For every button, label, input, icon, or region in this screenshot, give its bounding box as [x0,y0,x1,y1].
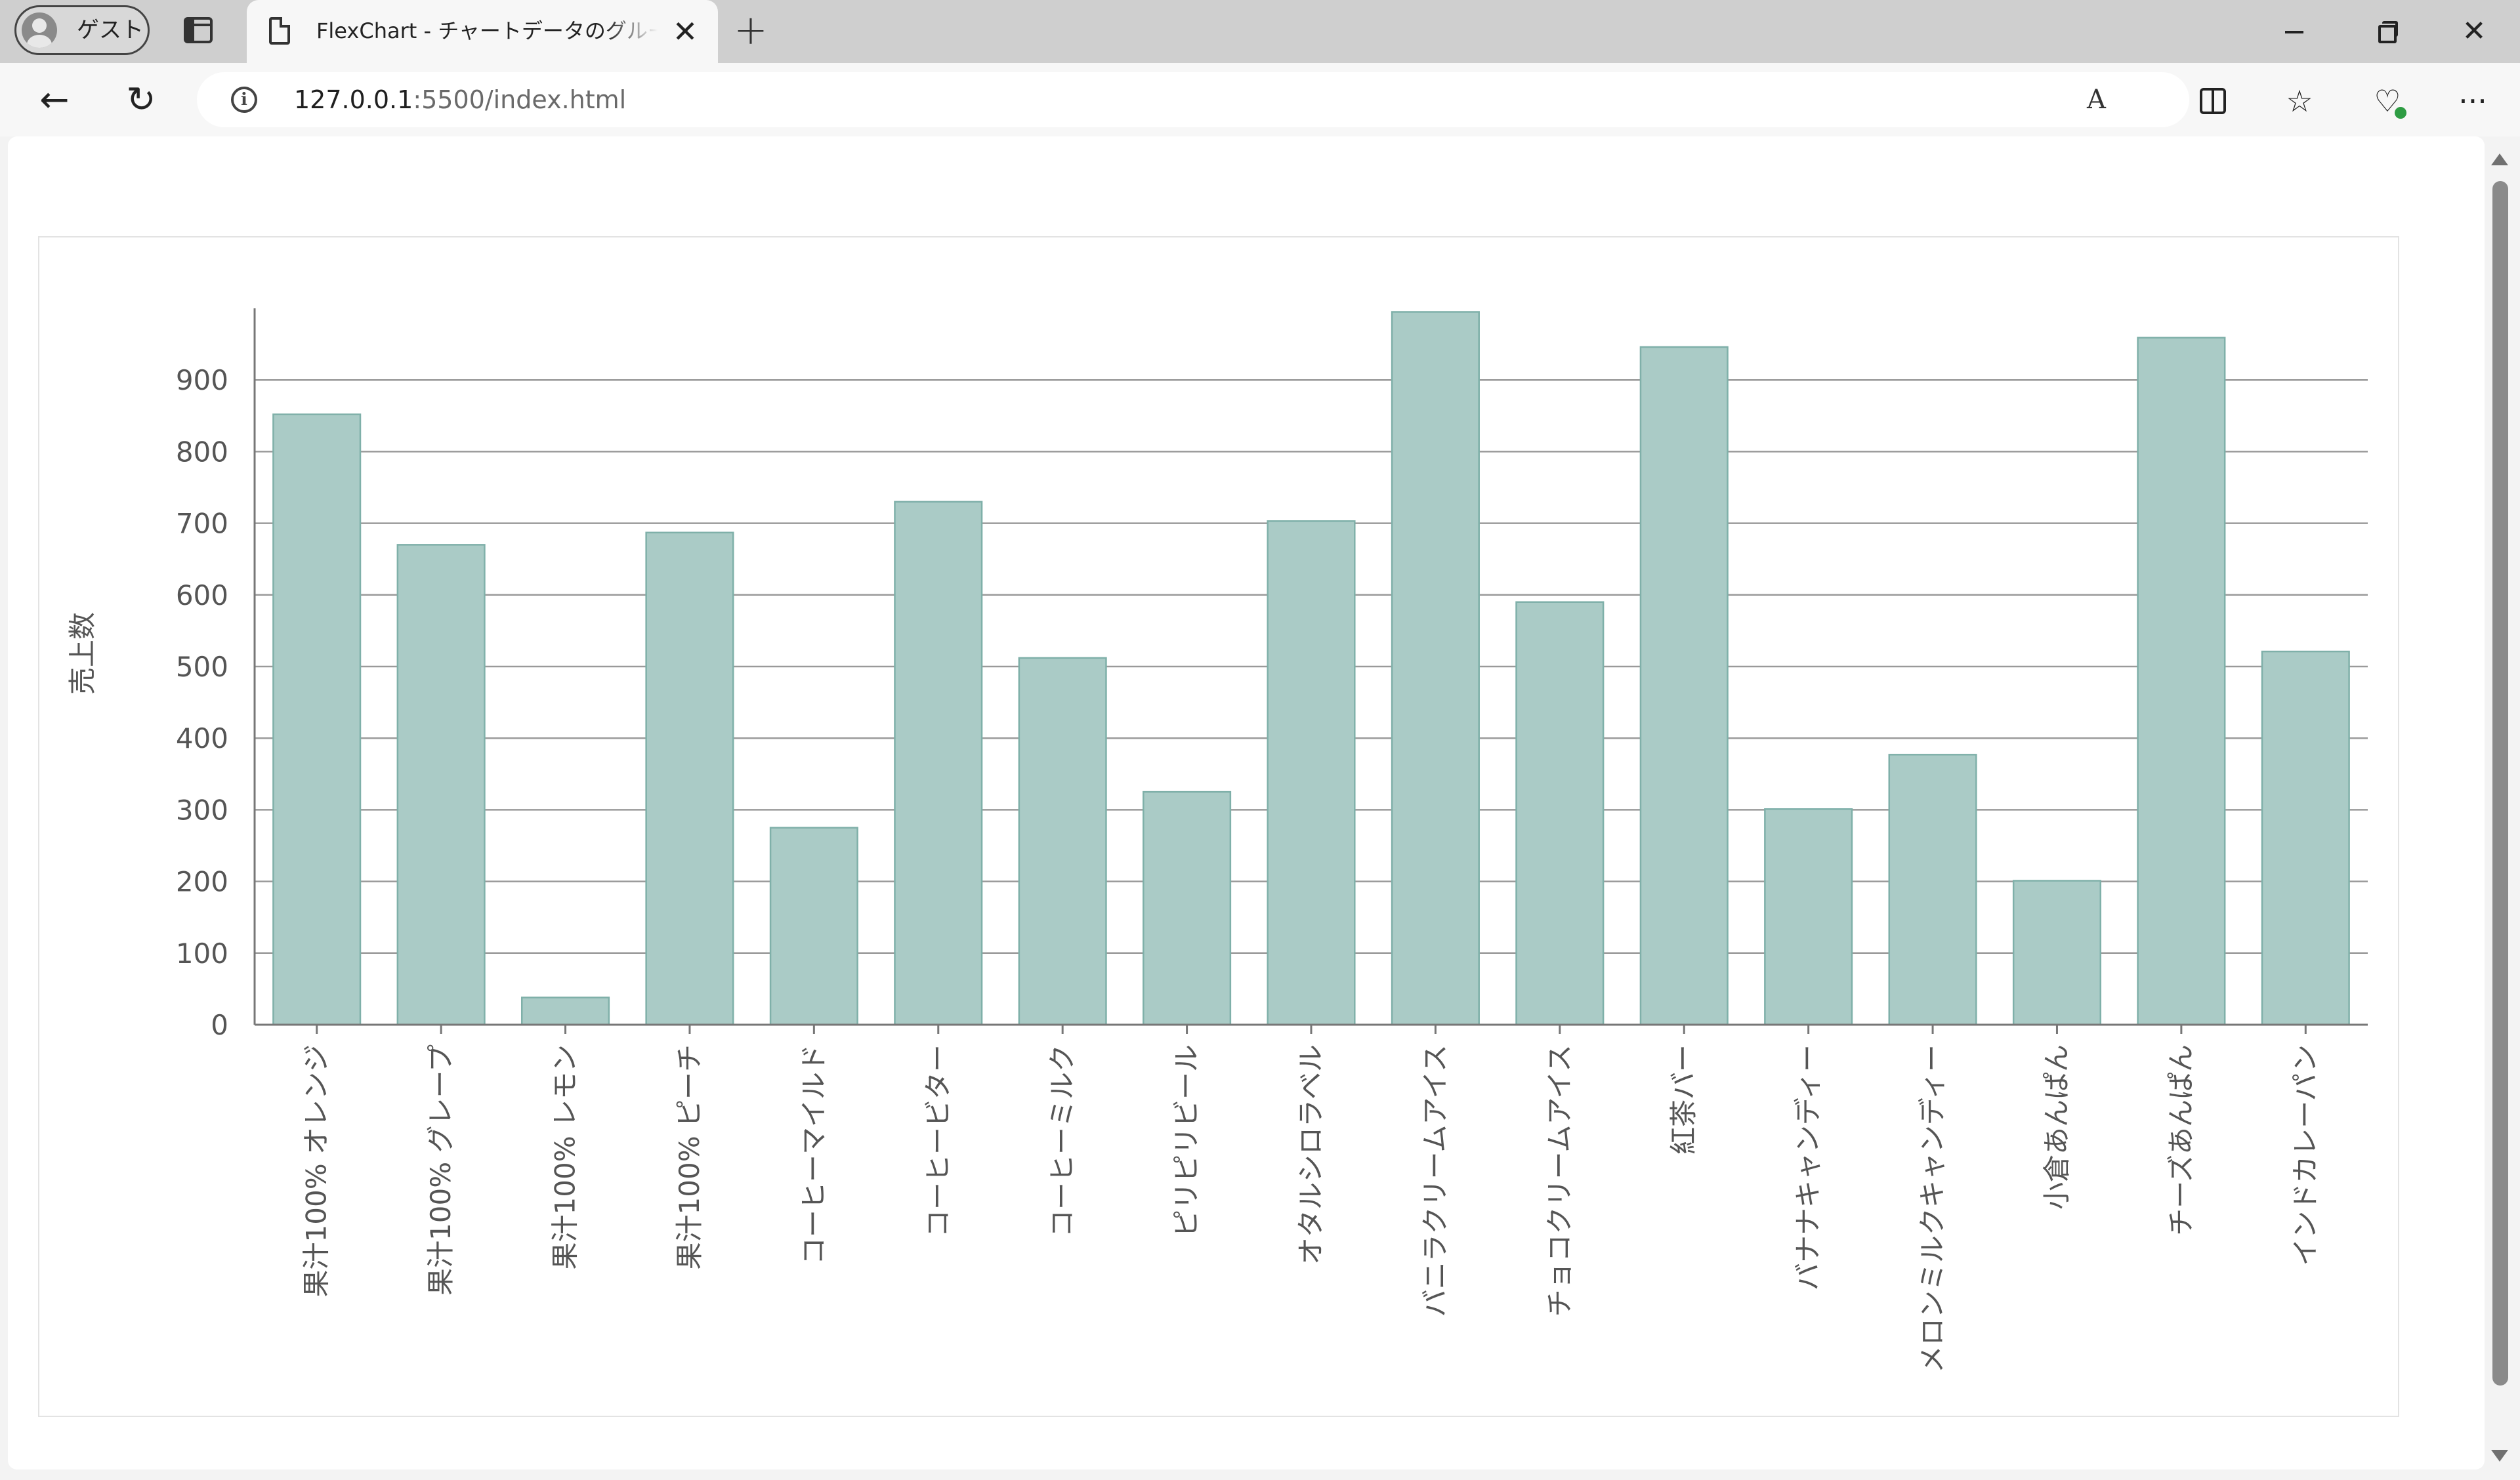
bar-chart: 0 100 200 300 400 500 600 700 800 900 果汁100% オレンジ 果… [66,308,2368,1373]
reload-icon[interactable]: ↻ [118,79,164,121]
y-tick-label: 300 [176,794,228,826]
bar [2137,337,2226,1026]
y-tick-label: 100 [176,937,228,970]
tab-title: FlexChart - チャートデータのグループ化 [316,18,658,43]
y-tick-label: 500 [176,651,228,683]
browser-tab-active[interactable]: FlexChart - チャートデータのグループ化 ✕ [247,0,718,63]
bar [272,413,362,1026]
split-screen-icon[interactable] [2194,83,2231,119]
close-tab-icon[interactable]: ✕ [671,16,700,47]
x-category-label: インドカレーパン [2289,1044,2321,1266]
x-category-label: 果汁100% グレープ [425,1044,457,1296]
page-viewport: 0 100 200 300 400 500 600 700 800 900 果汁100% オレンジ 果… [8,136,2485,1470]
y-tick-label: 200 [176,866,228,898]
bar [396,544,486,1026]
x-category-label: コーヒービター [922,1044,954,1237]
vertical-scrollbar[interactable] [2485,144,2513,1472]
page-icon [269,17,290,45]
tab-actions-icon[interactable] [184,17,213,43]
status-dot [2393,105,2408,121]
info-icon[interactable]: i [231,87,257,113]
x-category-label: オタルシロラベル [1295,1044,1327,1265]
scroll-down-arrow-icon[interactable] [2491,1450,2508,1462]
x-category-label: コーヒーマイルド [797,1044,830,1265]
new-tab-plus-icon[interactable]: + [732,10,769,51]
profile-button[interactable]: ゲスト [14,5,150,55]
bar [2012,880,2102,1026]
tab-strip: ゲスト FlexChart - チャートデータのグループ化 ✕ + ✕ [0,0,2520,63]
bar [1639,346,1729,1026]
minimize-window-icon[interactable] [2275,13,2314,50]
bar [2261,650,2350,1026]
x-category-label: 果汁100% レモン [549,1044,581,1269]
bar [1515,601,1605,1026]
x-category-label: コーヒーミルク [1046,1044,1078,1237]
browser-toolbar: ← ↻ i 127.0.0.1:5500/index.html A ☆ ♡ ··… [0,63,2520,136]
x-category-label: バニラクリームアイス [1419,1044,1451,1317]
bar [520,997,610,1026]
bar [769,827,858,1026]
bar [894,501,983,1026]
bar [1391,311,1480,1026]
y-tick-label: 900 [176,364,228,396]
bar [1143,791,1232,1026]
bar [1764,808,1853,1026]
scroll-up-arrow-icon[interactable] [2491,154,2508,165]
x-category-label: 紅茶バー [1668,1044,1700,1155]
x-category-label: チョコクリームアイス [1544,1044,1576,1317]
scroll-thumb[interactable] [2492,181,2508,1386]
restore-window-icon[interactable] [2365,13,2404,50]
browser-essentials-icon[interactable]: ♡ [2369,83,2408,121]
bar [1018,657,1107,1026]
y-tick-label: 700 [176,508,228,540]
profile-label: ゲスト [77,17,144,43]
read-aloud-icon[interactable]: A [2087,84,2106,115]
flexchart-container: 0 100 200 300 400 500 600 700 800 900 果汁100% オレンジ 果… [38,236,2399,1417]
x-category-label: 小倉あんぱん [2040,1044,2072,1210]
y-tick-label: 0 [211,1009,228,1041]
back-arrow-icon[interactable]: ← [32,79,77,121]
bar [645,531,734,1026]
y-tick-label: 600 [176,579,228,611]
close-window-icon[interactable]: ✕ [2454,13,2494,50]
bar [1888,754,1977,1026]
x-category-label: メロンミルクキャンディー [1916,1044,1948,1373]
bar [1267,520,1356,1026]
url-host: 127.0.0.1 [294,85,413,114]
x-category-label: 果汁100% オレンジ [301,1044,333,1297]
y-tick-label: 400 [176,722,228,754]
y-axis-title: 売上数 [66,612,98,695]
y-tick-label: 800 [176,436,228,468]
x-category-label: 果汁100% ピーチ [673,1044,705,1269]
url-path: :5500/index.html [413,85,627,114]
x-category-label: チーズあんぱん [2165,1044,2197,1236]
address-bar[interactable]: i 127.0.0.1:5500/index.html A [197,72,2189,127]
more-icon[interactable]: ··· [2454,83,2491,119]
x-category-label: ピリピリビール [1171,1044,1203,1237]
person-icon [22,12,57,48]
x-category-label: バナナキャンディー [1792,1044,1824,1290]
favorites-icon[interactable]: ☆ [2281,83,2318,119]
url-text[interactable]: 127.0.0.1:5500/index.html [294,85,626,114]
